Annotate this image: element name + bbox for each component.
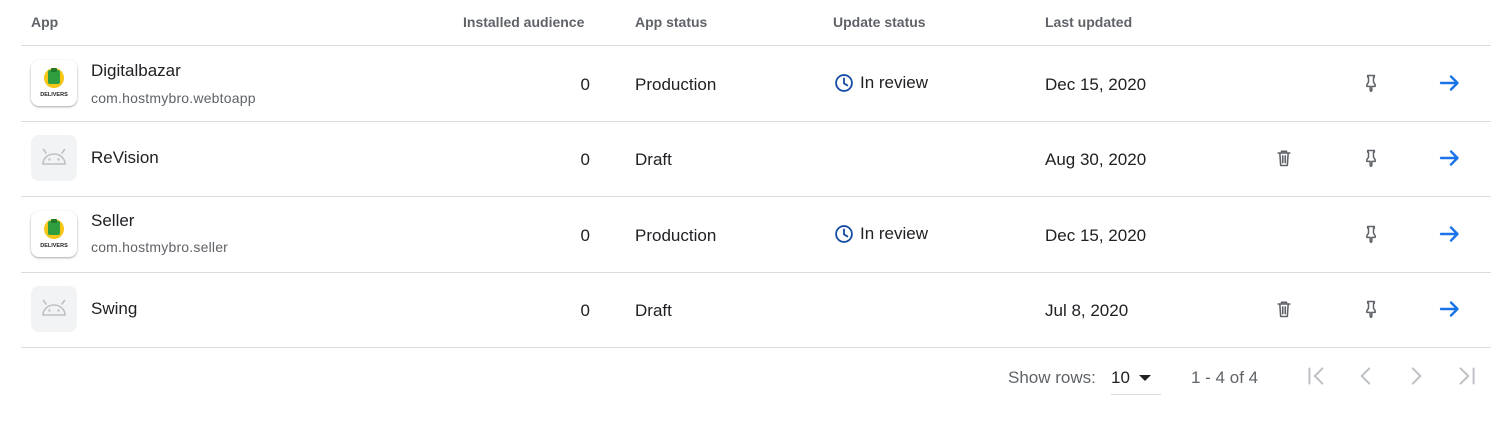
logo-text: DELIVERS [40,243,68,249]
update-status-value: In review [860,73,929,92]
delete-button[interactable] [1272,297,1296,321]
arrow-right-icon [1439,150,1459,166]
app-status-value: Draft [635,150,672,169]
last-page-icon [1459,367,1475,385]
chevron-left-icon [1360,367,1371,385]
header-app-status[interactable]: App status [635,14,707,30]
pin-icon [1366,225,1376,244]
next-page-button[interactable] [1402,362,1430,390]
apps-table: App Installed audience App status Update… [21,0,1491,348]
table-row[interactable]: Swing 0 Draft Jul 8, 2020 [21,273,1491,348]
installed-audience-value: 0 [580,226,590,245]
header-update-status[interactable]: Update status [833,14,926,30]
first-page-icon [1308,367,1324,385]
header-app[interactable]: App [31,14,58,30]
pin-button[interactable] [1359,71,1383,95]
open-app-button[interactable] [1438,71,1462,95]
clock-icon [835,225,853,243]
app-logo-icon: DELIVERS [31,211,77,257]
app-package: com.hostmybro.seller [91,239,229,255]
show-rows-label: Show rows: [1008,368,1096,387]
pin-icon [1366,149,1376,168]
arrow-right-icon [1439,301,1459,317]
open-app-button[interactable] [1438,146,1462,170]
chevron-right-icon [1411,367,1422,385]
last-updated-value: Jul 8, 2020 [1045,301,1129,320]
previous-page-button[interactable] [1352,362,1380,390]
trash-icon [1277,150,1291,167]
pin-button[interactable] [1359,146,1383,170]
app-status-value: Draft [635,301,672,320]
app-name: Swing [91,299,138,318]
header-installed-audience[interactable]: Installed audience [463,14,584,30]
header-last-updated[interactable]: Last updated [1045,14,1132,30]
chevron-down-icon [1139,375,1151,381]
app-name: ReVision [91,148,159,167]
logo-text: DELIVERS [40,92,68,98]
table-row[interactable]: ReVision 0 Draft Aug 30, 2020 [21,122,1491,197]
android-icon [31,135,77,181]
app-package: com.hostmybro.webtoapp [91,90,256,106]
table-row[interactable]: DELIVERS Seller com.hostmybro.seller 0 P… [21,197,1491,273]
pagination-range: 1 - 4 of 4 [1191,368,1259,387]
app-status-value: Production [635,75,717,94]
last-updated-value: Dec 15, 2020 [1045,75,1147,94]
pin-icon [1366,74,1376,93]
last-updated-value: Aug 30, 2020 [1045,150,1147,169]
update-status: In review [834,224,928,244]
app-name: Digitalbazar [91,61,181,80]
last-updated-value: Dec 15, 2020 [1045,226,1147,245]
pagination-bar: Show rows: 10 1 - 4 of 4 [0,346,1508,406]
app-status-value: Production [635,226,717,245]
arrow-right-icon [1439,75,1459,91]
installed-audience-value: 0 [580,75,590,94]
update-status: In review [834,73,928,93]
app-logo-icon: DELIVERS [31,60,77,106]
open-app-button[interactable] [1438,222,1462,246]
app-name: Seller [91,211,135,230]
open-app-button[interactable] [1438,297,1462,321]
update-status-value: In review [860,224,929,243]
table-row[interactable]: DELIVERS Digitalbazar com.hostmybro.webt… [21,46,1491,122]
trash-icon [1277,301,1291,318]
rows-per-page-value: 10 [1111,368,1130,387]
installed-audience-value: 0 [580,301,590,320]
arrow-right-icon [1439,226,1459,242]
installed-audience-value: 0 [580,150,590,169]
table-header: App Installed audience App status Update… [21,0,1491,46]
pin-icon [1366,300,1376,319]
last-page-button[interactable] [1452,362,1480,390]
rows-per-page-select[interactable]: 10 [1111,362,1161,395]
pin-button[interactable] [1359,297,1383,321]
clock-icon [835,74,853,92]
pin-button[interactable] [1359,222,1383,246]
delete-button[interactable] [1272,146,1296,170]
first-page-button[interactable] [1303,362,1331,390]
android-icon [31,286,77,332]
